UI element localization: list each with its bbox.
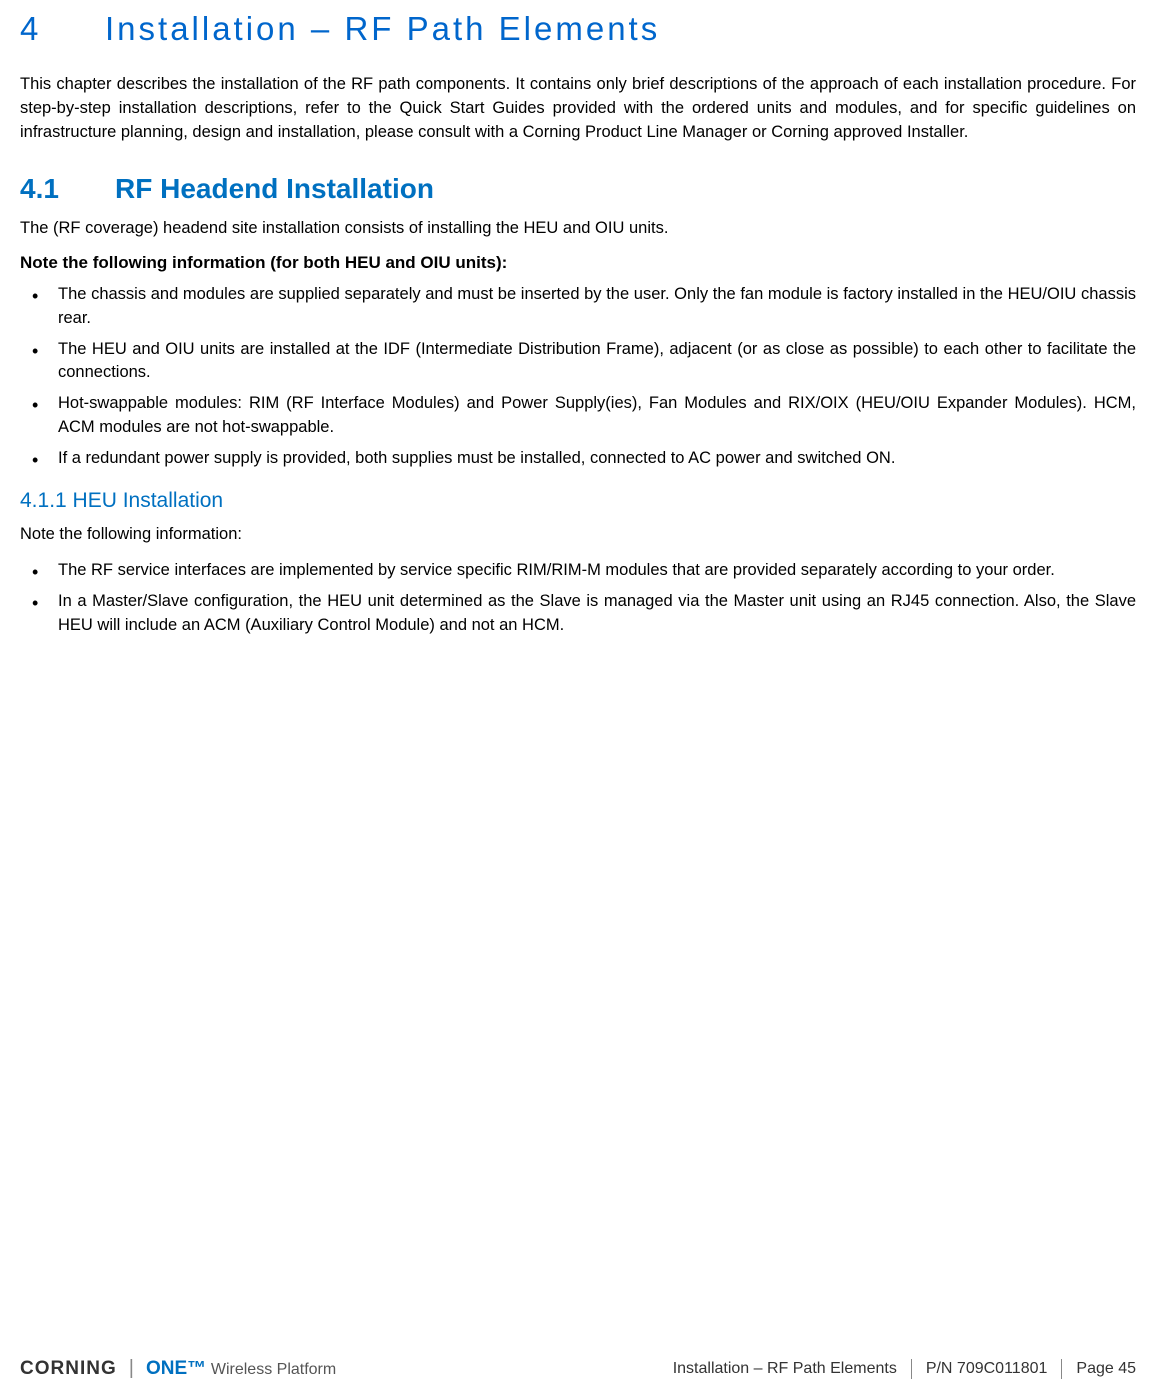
list-item: Hot-swappable modules: RIM (RF Interface… — [20, 392, 1136, 440]
list-item: The HEU and OIU units are installed at t… — [20, 338, 1136, 386]
intro-paragraph: This chapter describes the installation … — [20, 73, 1136, 145]
page-footer: CORNING | ONE™ Wireless Platform Install… — [20, 1357, 1136, 1380]
chapter-title: Installation – RF Path Elements — [105, 10, 660, 47]
brand-corning: CORNING — [20, 1358, 117, 1380]
brand-separator: | — [129, 1357, 134, 1380]
chapter-heading: 4Installation – RF Path Elements — [20, 10, 1136, 48]
brand-tagline: Wireless Platform — [211, 1361, 336, 1378]
footer-brand: CORNING | ONE™ Wireless Platform — [20, 1357, 336, 1380]
list-item: The chassis and modules are supplied sep… — [20, 283, 1136, 331]
footer-divider — [1061, 1359, 1062, 1379]
list-item: In a Master/Slave configuration, the HEU… — [20, 590, 1136, 638]
footer-part-number: P/N 709C011801 — [926, 1360, 1048, 1378]
footer-section-ref: Installation – RF Path Elements — [673, 1360, 897, 1378]
brand-one: ONE™ — [146, 1358, 206, 1379]
section-number: 4.1 — [20, 173, 115, 205]
section-4-1-heading: 4.1RF Headend Installation — [20, 173, 1136, 205]
section-4-1-bullets: The chassis and modules are supplied sep… — [20, 283, 1136, 471]
list-item: The RF service interfaces are implemente… — [20, 559, 1136, 583]
section-4-1-1-heading: 4.1.1 HEU Installation — [20, 489, 1136, 513]
section-4-1-1-lead: Note the following information: — [20, 523, 1136, 547]
list-item: If a redundant power supply is provided,… — [20, 447, 1136, 471]
section-4-1-lead: The (RF coverage) headend site installat… — [20, 217, 1136, 241]
section-title: RF Headend Installation — [115, 173, 434, 204]
section-4-1-1-bullets: The RF service interfaces are implemente… — [20, 559, 1136, 638]
footer-page-number: Page 45 — [1076, 1360, 1136, 1378]
footer-divider — [911, 1359, 912, 1379]
footer-meta: Installation – RF Path Elements P/N 709C… — [673, 1359, 1136, 1379]
chapter-number: 4 — [20, 10, 105, 48]
note-heading: Note the following information (for both… — [20, 253, 1136, 273]
